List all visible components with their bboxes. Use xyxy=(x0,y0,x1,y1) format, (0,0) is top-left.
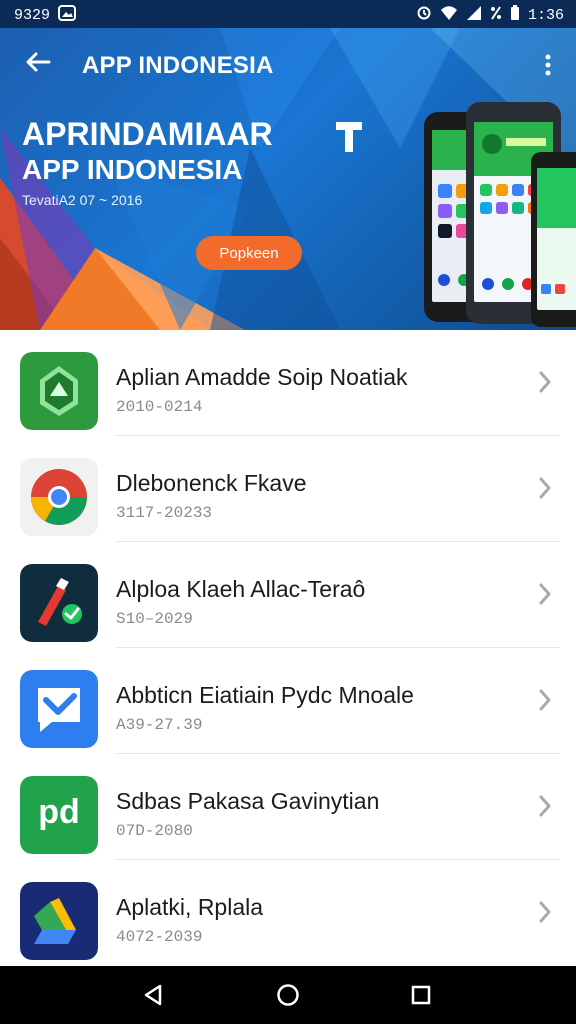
app-name: Aplian Amadde Soip Noatiak xyxy=(116,364,408,390)
gallery-icon xyxy=(58,5,77,26)
list-item[interactable]: Dlebonenck Fkave 3117-20233 xyxy=(0,436,576,542)
list-item[interactable]: Aplian Amadde Soip Noatiak 2010-0214 xyxy=(0,330,576,436)
app-name: Abbticn Eiatiain Pydc Mnoale xyxy=(116,682,414,708)
chevron-right-icon xyxy=(536,898,554,926)
app-date: 07D-2080 xyxy=(116,822,193,840)
toolbar: APP INDONESIA xyxy=(0,28,576,106)
hero-banner: APP INDONESIA APRINDAMIAAR APP INDONESIA… xyxy=(0,28,576,330)
app-list: Aplian Amadde Soip Noatiak 2010-0214 Dle… xyxy=(0,330,576,966)
green-shield-app-icon xyxy=(20,352,98,430)
red-pen-app-icon xyxy=(20,564,98,642)
recents-square-icon[interactable] xyxy=(406,980,436,1010)
status-time-right: 1:36 xyxy=(527,7,564,24)
more-vert-icon[interactable] xyxy=(538,50,558,86)
app-name: Sdbas Pakasa Gavinytian xyxy=(116,788,380,814)
page-title: APP INDONESIA xyxy=(82,52,274,79)
phones-illustration xyxy=(336,102,576,327)
app-date: 3117-20233 xyxy=(116,504,213,522)
app-name: Aplatki, Rplala xyxy=(116,894,264,920)
app-name: Alploa Klaeh Allac-Teraô xyxy=(116,576,366,602)
app-date: 4072-2039 xyxy=(116,928,203,946)
chevron-right-icon xyxy=(536,792,554,820)
back-triangle-icon[interactable] xyxy=(138,980,168,1010)
signal-icon xyxy=(466,5,482,26)
system-nav-bar xyxy=(0,966,576,1024)
app-date: A39-27.39 xyxy=(116,716,203,734)
app-name: Dlebonenck Fkave xyxy=(116,470,307,496)
chevron-right-icon xyxy=(536,368,554,396)
hero-cta-button[interactable]: Popkeen xyxy=(196,236,302,270)
status-left: 9329 xyxy=(14,5,77,26)
status-bar: 9329 1:36 xyxy=(0,0,576,28)
app-date: 2010-0214 xyxy=(116,398,203,416)
battery-icon xyxy=(510,5,520,26)
chevron-right-icon xyxy=(536,474,554,502)
status-right: 1:36 xyxy=(416,5,564,26)
pd-app-icon: pd xyxy=(20,776,98,854)
home-circle-icon[interactable] xyxy=(273,980,303,1010)
list-item[interactable]: Alploa Klaeh Allac-Teraô S10–2029 xyxy=(0,542,576,648)
app-date: S10–2029 xyxy=(116,610,193,628)
chevron-right-icon xyxy=(536,686,554,714)
svg-text:pd: pd xyxy=(38,793,80,831)
list-item[interactable]: pd Sdbas Pakasa Gavinytian 07D-2080 xyxy=(0,754,576,860)
chevron-right-icon xyxy=(536,580,554,608)
alarm-icon xyxy=(416,5,432,26)
percent-icon xyxy=(490,5,502,26)
blue-chat-app-icon xyxy=(20,670,98,748)
chrome-like-app-icon xyxy=(20,458,98,536)
wifi-icon xyxy=(440,5,458,26)
hero-subheadline: APP INDONESIA xyxy=(22,154,243,185)
list-item[interactable]: Aplatki, Rplala 4072-2039 xyxy=(0,860,576,966)
hero-headline: APRINDAMIAAR xyxy=(22,116,273,152)
list-item[interactable]: Abbticn Eiatiain Pydc Mnoale A39-27.39 xyxy=(0,648,576,754)
back-arrow-icon[interactable] xyxy=(20,48,56,84)
drive-app-icon xyxy=(20,882,98,960)
hero-date: Tevati​A2 07 ~ 2016 xyxy=(22,192,143,208)
status-time-left: 9329 xyxy=(14,7,51,24)
